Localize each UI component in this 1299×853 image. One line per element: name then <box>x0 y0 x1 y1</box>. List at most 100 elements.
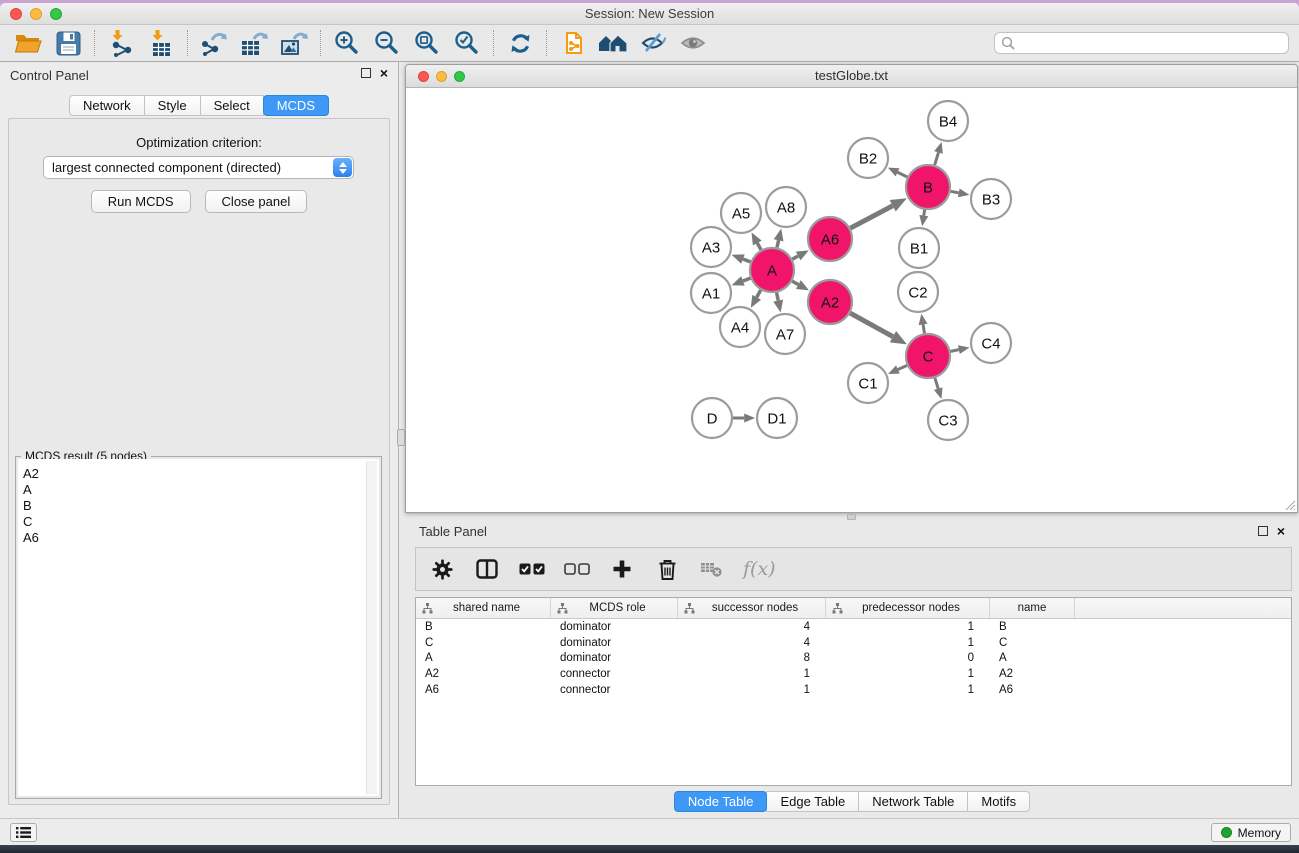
graph-node-B2[interactable]: B2 <box>848 138 888 178</box>
splitter-handle[interactable] <box>847 514 856 520</box>
graph-node-A8[interactable]: A8 <box>766 187 806 227</box>
search-input[interactable] <box>1015 36 1282 50</box>
graph-node-A[interactable]: A <box>750 248 794 292</box>
graph-edge-A-A1[interactable] <box>732 276 751 285</box>
graph-node-C2[interactable]: C2 <box>898 272 938 312</box>
optimization-criterion-select[interactable]: largest connected component (directed) <box>43 156 354 179</box>
graph-node-C[interactable]: C <box>906 334 950 378</box>
export-table-icon[interactable] <box>234 27 274 59</box>
close-panel-icon[interactable]: × <box>380 68 388 78</box>
search-field[interactable] <box>994 32 1289 54</box>
tab-mcds[interactable]: MCDS <box>263 95 329 116</box>
horizontal-splitter[interactable] <box>405 513 1298 520</box>
graph-edge-C-C1[interactable] <box>888 365 907 374</box>
add-column-icon[interactable] <box>608 554 636 584</box>
open-session-icon[interactable] <box>8 27 48 59</box>
graph-node-A3[interactable]: A3 <box>691 227 731 267</box>
zoom-fit-icon[interactable] <box>407 27 447 59</box>
table-row[interactable]: Adominator80A <box>416 651 1291 667</box>
network-graph[interactable]: B4B2BB3A5A8A6A3B1AA1C2A2A4A7C4CC1C3DD1 <box>406 89 1298 513</box>
graph-edge-A-A7[interactable] <box>773 293 783 313</box>
export-network-icon[interactable] <box>194 27 234 59</box>
graph-node-D[interactable]: D <box>692 398 732 438</box>
task-history-button[interactable] <box>10 823 37 842</box>
column-header-mcds-role[interactable]: MCDS role <box>551 598 678 618</box>
tab-select[interactable]: Select <box>200 95 264 116</box>
import-network-icon[interactable] <box>101 27 141 59</box>
graph-node-A6[interactable]: A6 <box>808 217 852 261</box>
column-header-successor-nodes[interactable]: successor nodes <box>678 598 826 618</box>
tab-network-table[interactable]: Network Table <box>858 791 968 812</box>
unselect-all-columns-icon[interactable] <box>563 554 591 584</box>
run-mcds-button[interactable]: Run MCDS <box>91 190 191 213</box>
float-panel-icon[interactable] <box>361 68 371 78</box>
column-header-predecessor-nodes[interactable]: predecessor nodes <box>826 598 990 618</box>
home-icon[interactable] <box>593 27 633 59</box>
zoom-window-button[interactable] <box>50 8 62 20</box>
mcds-result-list[interactable]: A2 A B C A6 <box>18 459 379 796</box>
column-view-icon[interactable] <box>473 554 501 584</box>
refresh-icon[interactable] <box>500 27 540 59</box>
graph-edge-D-D1[interactable] <box>733 414 755 423</box>
graph-edge-A2-C[interactable] <box>850 313 907 344</box>
list-item[interactable]: B <box>18 498 379 514</box>
graph-edge-B-B4[interactable] <box>934 142 943 165</box>
graph-node-B[interactable]: B <box>906 165 950 209</box>
graph-edge-B-B2[interactable] <box>888 168 907 177</box>
export-image-icon[interactable] <box>274 27 314 59</box>
delete-table-icon[interactable] <box>698 554 726 584</box>
graph-node-B3[interactable]: B3 <box>971 179 1011 219</box>
splitter-grip[interactable] <box>397 429 405 446</box>
graph-edge-A-A6[interactable] <box>792 250 809 260</box>
scrollbar-track[interactable] <box>366 461 377 794</box>
table-row[interactable]: A6connector11A6 <box>416 682 1291 698</box>
graph-edge-C-C2[interactable] <box>919 314 928 334</box>
float-panel-icon[interactable] <box>1258 526 1268 536</box>
zoom-out-icon[interactable] <box>367 27 407 59</box>
graph-node-D1[interactable]: D1 <box>757 398 797 438</box>
graph-edge-B-B1[interactable] <box>919 210 928 226</box>
tab-network[interactable]: Network <box>69 95 145 116</box>
graph-node-B4[interactable]: B4 <box>928 101 968 141</box>
minimize-network-button[interactable] <box>436 71 447 82</box>
memory-button[interactable]: Memory <box>1211 823 1291 842</box>
graph-node-A1[interactable]: A1 <box>691 273 731 313</box>
graph-edge-B-B3[interactable] <box>951 188 970 197</box>
import-table-icon[interactable] <box>141 27 181 59</box>
tab-motifs[interactable]: Motifs <box>967 791 1030 812</box>
zoom-selected-icon[interactable] <box>447 27 487 59</box>
delete-column-icon[interactable] <box>653 554 681 584</box>
close-panel-button[interactable]: Close panel <box>205 190 308 213</box>
tab-node-table[interactable]: Node Table <box>674 791 768 812</box>
graph-edge-A-A8[interactable] <box>774 228 784 247</box>
graph-edge-A-A5[interactable] <box>752 232 762 249</box>
resize-grip-icon[interactable] <box>1283 498 1296 511</box>
save-session-icon[interactable] <box>48 27 88 59</box>
graph-edge-C-C3[interactable] <box>934 378 943 399</box>
function-builder-icon[interactable]: f(x) <box>743 558 776 580</box>
close-network-button[interactable] <box>418 71 429 82</box>
graph-node-C4[interactable]: C4 <box>971 323 1011 363</box>
graph-edge-A-A2[interactable] <box>792 280 809 290</box>
close-panel-icon[interactable]: × <box>1277 526 1285 536</box>
graph-edge-A-A3[interactable] <box>732 254 751 263</box>
new-network-icon[interactable] <box>553 27 593 59</box>
table-row[interactable]: Cdominator41C <box>416 635 1291 651</box>
show-all-icon[interactable] <box>673 27 713 59</box>
graph-node-A5[interactable]: A5 <box>721 193 761 233</box>
column-header-shared-name[interactable]: shared name <box>416 598 551 618</box>
graph-node-A7[interactable]: A7 <box>765 314 805 354</box>
graph-node-C1[interactable]: C1 <box>848 363 888 403</box>
list-item[interactable]: A6 <box>18 530 379 546</box>
list-item[interactable]: C <box>18 514 379 530</box>
graph-edge-A-A4[interactable] <box>751 290 761 308</box>
settings-gear-icon[interactable] <box>428 554 456 584</box>
zoom-network-button[interactable] <box>454 71 465 82</box>
graph-edge-C-C4[interactable] <box>951 345 970 354</box>
table-row[interactable]: A2connector11A2 <box>416 666 1291 682</box>
hide-selected-icon[interactable] <box>633 27 673 59</box>
graph-edge-A6-B[interactable] <box>850 198 906 228</box>
zoom-in-icon[interactable] <box>327 27 367 59</box>
tab-style[interactable]: Style <box>144 95 201 116</box>
list-item[interactable]: A2 <box>18 466 379 482</box>
